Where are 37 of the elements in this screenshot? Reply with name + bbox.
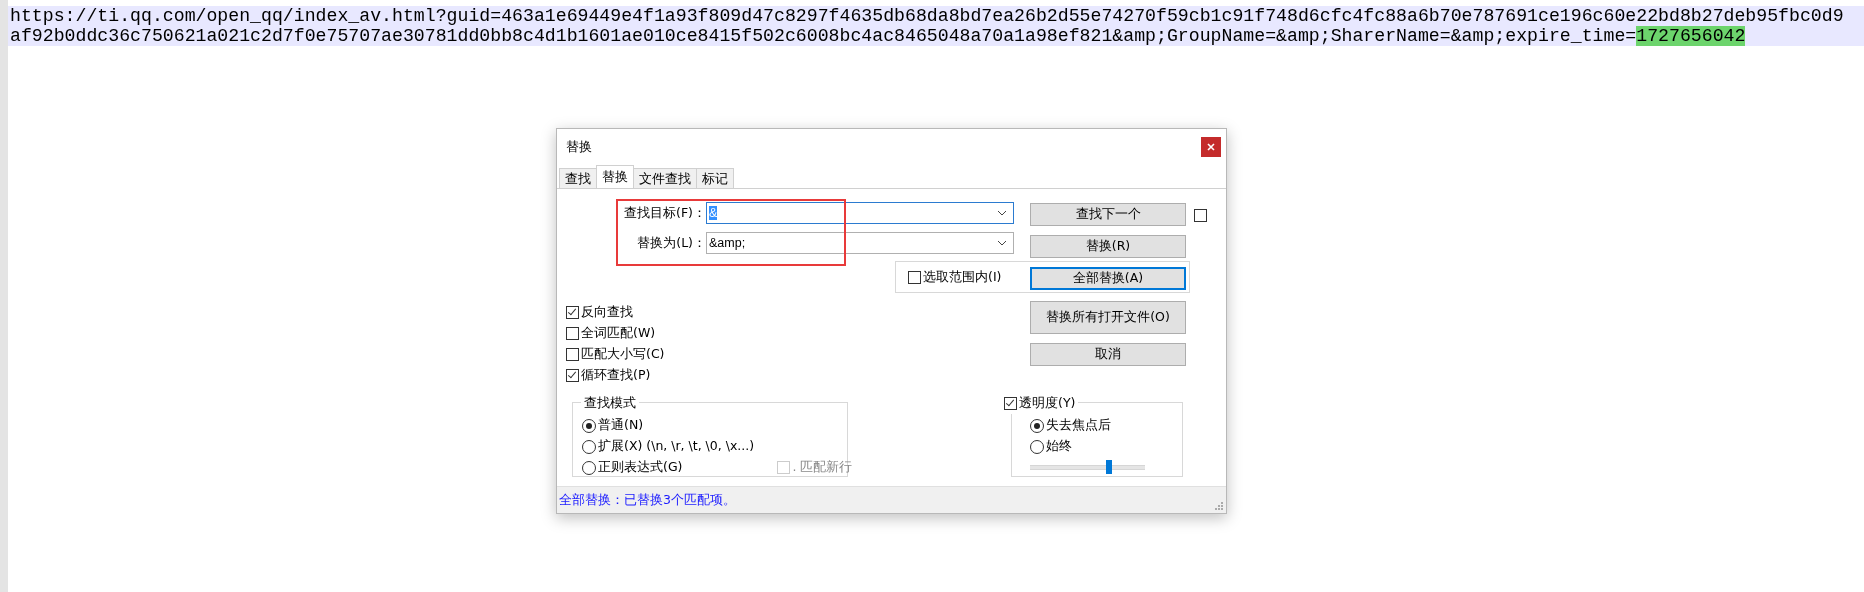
close-button[interactable] bbox=[1201, 137, 1221, 157]
resize-grip-icon[interactable] bbox=[1215, 502, 1223, 510]
dialog-button[interactable]: 取消 bbox=[1030, 343, 1186, 366]
mode-radio[interactable]: 扩展(X) (\n, \r, \t, \0, \x...) bbox=[582, 436, 755, 457]
dialog-button[interactable]: 全部替换(A) bbox=[1030, 267, 1186, 290]
dialog-button[interactable]: 查找下一个 bbox=[1030, 203, 1186, 226]
mode-radio[interactable]: 普通(N) bbox=[582, 415, 644, 436]
line-text: https://ti.qq.com/open_qq/index_av.html?guid=463a1e69449e4f1a93f809d47c8297f4635db68da8bd7ea26b2d55e74270f59cb1c91f748d6cfc4fc88a6b70e787691ce196c60e22bd8b27deb95fbc0d9 bbox=[10, 6, 1844, 26]
transparency-radio[interactable]: 始终 bbox=[1030, 436, 1072, 457]
checkbox[interactable] bbox=[1194, 209, 1207, 222]
mode-radio[interactable]: 正则表达式(G) bbox=[582, 457, 683, 478]
transparency-checkbox[interactable]: 透明度(Y) bbox=[1004, 393, 1079, 414]
option-checkbox[interactable]: 循环查找(P) bbox=[566, 365, 651, 386]
tab[interactable]: 标记 bbox=[696, 168, 734, 188]
group-title: 查找模式 bbox=[581, 395, 639, 412]
field-label: 替换为(L)： bbox=[636, 234, 706, 252]
tab[interactable]: 文件查找 bbox=[633, 168, 697, 188]
option-checkbox[interactable]: 匹配大小写(C) bbox=[566, 344, 665, 365]
option-checkbox[interactable]: 全词匹配(W) bbox=[566, 323, 656, 344]
selection-checkbox[interactable]: 选取范围内(I) bbox=[908, 266, 1002, 288]
highlighted-text: 1727656042 bbox=[1636, 26, 1746, 46]
transparency-radio[interactable]: 失去焦点后 bbox=[1030, 415, 1111, 436]
chevron-down-icon bbox=[997, 240, 1007, 246]
line-text: af92b0ddc36c750621a021c2d7f0e75707ae30781dd0bb8c4d1b1601ae010ce8415f502c6008bc4ac8465048a70a1a98ef821&amp;GroupName=&amp;SharerName=&amp;expire_time= bbox=[10, 26, 1637, 46]
dialog-button[interactable]: 替换(R) bbox=[1030, 235, 1186, 258]
chevron-down-icon bbox=[997, 210, 1007, 216]
slider-thumb[interactable] bbox=[1106, 460, 1113, 474]
close-icon bbox=[1207, 143, 1215, 151]
option-checkbox[interactable]: 反向查找 bbox=[566, 302, 633, 323]
field-value: & bbox=[709, 206, 718, 220]
combo-field[interactable]: &amp; bbox=[706, 232, 1014, 254]
field-label: 查找目标(F)： bbox=[623, 204, 706, 222]
status-message: 全部替换：已替换3个匹配项。 bbox=[559, 491, 736, 509]
dialog-button[interactable]: 替换所有打开文件(O) bbox=[1030, 301, 1186, 334]
dialog-title: 替换 bbox=[566, 138, 592, 156]
field-value: &amp; bbox=[709, 236, 746, 250]
tab[interactable]: 查找 bbox=[559, 168, 597, 188]
